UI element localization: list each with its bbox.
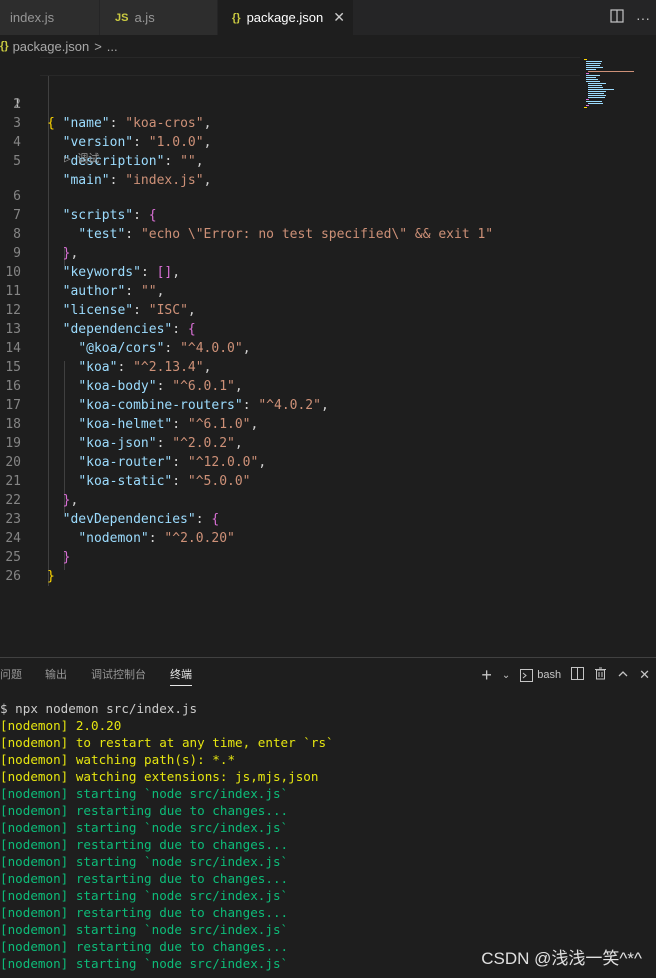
play-icon: ▷ <box>64 152 71 165</box>
tab-label: a.js <box>134 10 155 25</box>
terminal-line: [nodemon] starting `node src/index.js` <box>0 786 289 801</box>
code-line: 6 "scripts": { <box>0 168 656 223</box>
breadcrumb-file[interactable]: package.json <box>13 39 90 54</box>
code-line: 24 } <box>0 510 656 565</box>
editor-tab-bar: index.js JS a.js {} package.json ✕ ··· <box>0 0 656 35</box>
terminal-line: [nodemon] restarting due to changes... <box>0 939 289 954</box>
terminal-icon <box>520 668 534 682</box>
tab-problems[interactable]: 问题 <box>0 658 22 692</box>
terminal-line: [nodemon] starting `node src/index.js` <box>0 922 289 937</box>
code-line: 13 "@koa/cors": "^4.0.0", <box>0 301 656 356</box>
code-line: 5 "main": "index.js", <box>0 133 656 188</box>
code-line: 9 "keywords": [], <box>0 225 656 280</box>
tab-package-json[interactable]: {} package.json ✕ <box>218 0 354 35</box>
json-file-icon: {} <box>0 40 9 52</box>
tab-label: package.json <box>246 10 324 25</box>
code-line: 21 }, <box>0 453 656 508</box>
more-actions-icon[interactable]: ··· <box>636 10 650 26</box>
terminal-line: [nodemon] starting `node src/index.js` <box>0 888 289 903</box>
terminal-line: [nodemon] starting `node src/index.js` <box>0 820 289 835</box>
chevron-down-icon[interactable]: ⌄ <box>502 670 510 681</box>
split-editor-icon[interactable] <box>610 9 624 26</box>
tab-label: index.js <box>10 10 55 25</box>
json-file-icon: {} <box>232 11 241 24</box>
terminal-shell-selector[interactable]: bash <box>520 668 562 682</box>
code-line: 23 "nodemon": "^2.0.20" <box>0 491 656 546</box>
code-line: 14 "koa": "^2.13.4", <box>0 320 656 375</box>
terminal-line: [nodemon] restarting due to changes... <box>0 905 289 920</box>
tab-output[interactable]: 输出 <box>45 658 67 692</box>
tab-debug-console[interactable]: 调试控制台 <box>91 658 146 692</box>
terminal-line: [nodemon] restarting due to changes... <box>0 837 289 852</box>
trash-icon[interactable] <box>594 667 607 683</box>
code-line: 4 "description": "", <box>0 114 656 169</box>
code-line: 17 "koa-helmet": "^6.1.0", <box>0 377 656 432</box>
code-line: 26 <box>0 548 656 584</box>
terminal-line: $ npx nodemon src/index.js <box>0 701 198 716</box>
code-line: 3 "version": "1.0.0", <box>0 95 656 150</box>
close-icon[interactable]: ✕ <box>639 667 650 683</box>
terminal-line: [nodemon] 2.0.20 <box>0 718 122 733</box>
terminal-line: [nodemon] watching extensions: js,mjs,js… <box>0 769 319 784</box>
terminal-line: [nodemon] to restart at any time, enter … <box>0 735 334 750</box>
editor-actions: ··· <box>610 0 650 35</box>
bottom-panel: 问题 输出 调试控制台 终端 + ⌄ bash ✕ $ npx nodemon … <box>0 657 656 978</box>
tab-index-js[interactable]: index.js <box>0 0 100 35</box>
tab-a-js[interactable]: JS a.js <box>100 0 218 35</box>
code-line: 25 } <box>0 529 656 584</box>
breadcrumb-separator: > <box>94 38 102 54</box>
code-line: 11 "license": "ISC", <box>0 263 656 318</box>
codelens-label: 调试 <box>77 152 100 165</box>
json-value: "" <box>180 154 196 169</box>
new-terminal-icon[interactable]: + <box>481 665 492 686</box>
code-line: 22 "devDependencies": { <box>0 472 656 527</box>
close-icon[interactable]: ✕ <box>333 9 345 26</box>
terminal-line: [nodemon] watching path(s): *.* <box>0 752 236 767</box>
panel-actions: + ⌄ bash ✕ <box>481 658 650 692</box>
watermark: CSDN @浅浅一笑^*^ <box>481 949 642 968</box>
minimap[interactable] <box>582 57 642 117</box>
code-line: 12 "dependencies": { <box>0 282 656 337</box>
terminal-line: [nodemon] starting `node src/index.js` <box>0 956 289 971</box>
shell-name: bash <box>537 669 562 681</box>
code-line: 8 }, <box>0 206 656 261</box>
code-line: 19 "koa-router": "^12.0.0", <box>0 415 656 470</box>
terminal-line: [nodemon] starting `node src/index.js` <box>0 854 289 869</box>
code-line: 15 "koa-body": "^6.0.1", <box>0 339 656 394</box>
breadcrumb: {} package.json > ... <box>0 35 656 57</box>
code-line: 10 "author": "", <box>0 244 656 299</box>
code-editor[interactable]: 1 { 2 "name": "koa-cros", 3 "version": "… <box>0 57 656 655</box>
current-line-highlight <box>40 57 580 76</box>
code-line: 2 "name": "koa-cros", <box>0 76 656 131</box>
chevron-up-icon[interactable] <box>617 668 629 683</box>
line-number: 26 <box>5 569 21 584</box>
terminal-line: [nodemon] restarting due to changes... <box>0 803 289 818</box>
terminal-line: [nodemon] restarting due to changes... <box>0 871 289 886</box>
breadcrumb-more[interactable]: ... <box>107 39 118 54</box>
tab-terminal[interactable]: 终端 <box>170 658 192 692</box>
code-line: 20 "koa-static": "^5.0.0" <box>0 434 656 489</box>
debug-codelens[interactable]: ▷ 调试 <box>64 151 99 167</box>
code-line: 18 "koa-json": "^2.0.2", <box>0 396 656 451</box>
split-terminal-icon[interactable] <box>571 667 585 683</box>
js-file-icon: JS <box>115 11 129 24</box>
code-line: 1 { <box>0 57 656 131</box>
code-line: 16 "koa-combine-routers": "^4.0.2", <box>0 358 656 413</box>
code-line: 7 "test": "echo \"Error: no test specifi… <box>0 187 656 242</box>
